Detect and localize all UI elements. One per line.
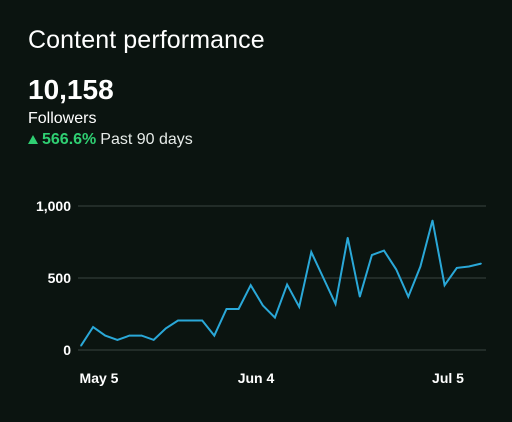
data-point xyxy=(298,306,301,308)
data-point xyxy=(177,319,179,322)
followers-line-chart: 0 500 1,000 May 5 Jun 4 Jul 5 xyxy=(36,198,486,386)
data-point xyxy=(322,277,325,279)
series-points xyxy=(80,219,482,347)
data-point xyxy=(237,308,240,310)
data-point xyxy=(419,265,422,268)
series-line xyxy=(80,220,482,347)
data-point xyxy=(92,326,94,328)
data-point xyxy=(104,334,106,337)
data-point xyxy=(371,254,373,256)
data-point xyxy=(249,284,252,287)
y-tick-label: 0 xyxy=(63,342,71,358)
data-point xyxy=(468,265,470,268)
data-point xyxy=(395,268,398,271)
data-point xyxy=(189,319,191,322)
data-point xyxy=(480,262,482,265)
data-point xyxy=(262,304,264,307)
data-point xyxy=(165,327,167,330)
x-tick-label: May 5 xyxy=(80,370,119,386)
content-performance-card: Content performance 10,158 Followers 566… xyxy=(0,0,512,422)
data-point xyxy=(286,283,288,286)
series-lines xyxy=(80,220,482,347)
x-axis-tick-labels: May 5 Jun 4 Jul 5 xyxy=(80,370,465,386)
data-point xyxy=(443,284,446,287)
y-tick-label: 500 xyxy=(48,270,72,286)
data-point xyxy=(346,236,349,239)
y-tick-label: 1,000 xyxy=(36,198,71,214)
data-point xyxy=(431,219,434,222)
data-point xyxy=(128,334,131,337)
data-point xyxy=(80,344,82,347)
data-point xyxy=(274,316,276,319)
data-point xyxy=(383,249,385,252)
data-point xyxy=(152,339,155,341)
data-point xyxy=(334,303,337,305)
data-point xyxy=(359,295,361,298)
data-point xyxy=(225,308,228,310)
y-axis-tick-labels: 0 500 1,000 xyxy=(36,198,71,358)
data-point xyxy=(456,267,458,269)
grid-lines xyxy=(78,205,486,351)
data-point xyxy=(310,251,313,253)
data-point xyxy=(213,334,216,337)
data-point xyxy=(116,339,119,341)
data-point xyxy=(201,319,203,322)
x-tick-label: Jul 5 xyxy=(432,370,464,386)
x-tick-label: Jun 4 xyxy=(238,370,275,386)
data-point xyxy=(407,295,410,298)
data-point xyxy=(140,334,143,337)
